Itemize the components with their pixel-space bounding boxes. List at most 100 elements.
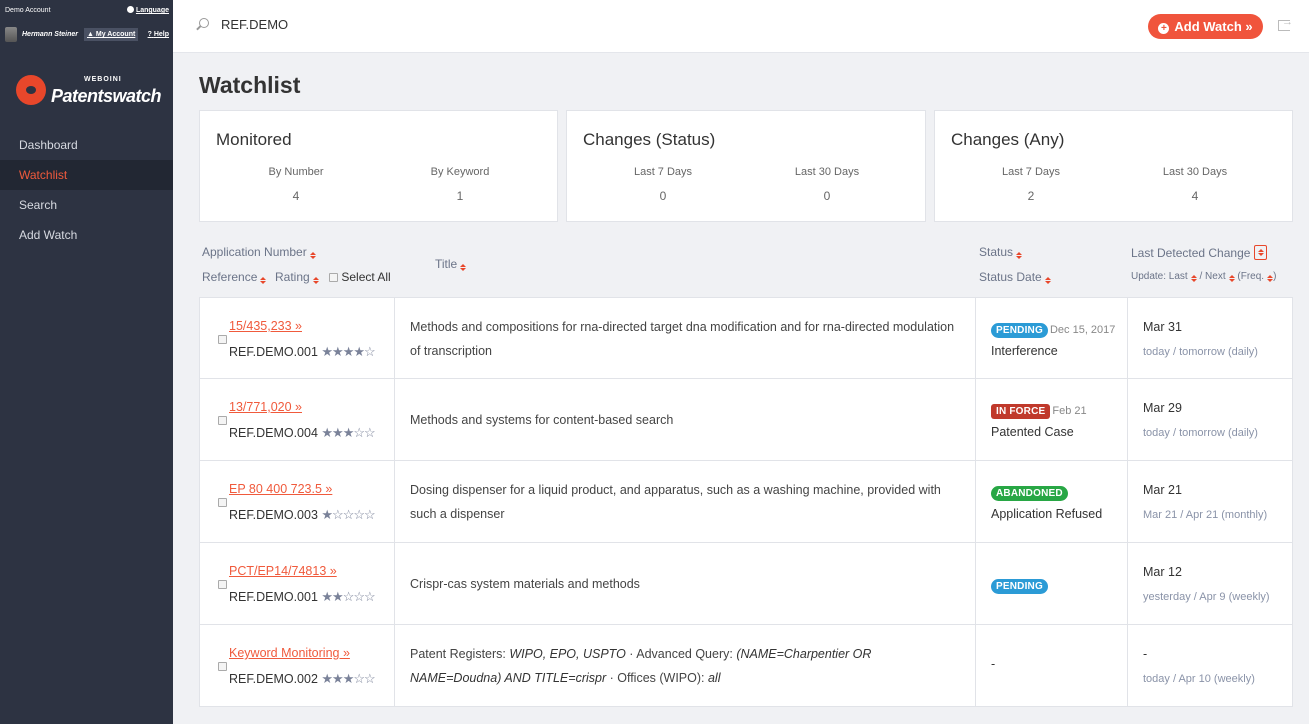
- application-link[interactable]: EP 80 400 723.5 »: [229, 482, 332, 496]
- status-text: Patented Case: [991, 425, 1074, 439]
- star-rating[interactable]: ★★★★☆: [321, 344, 375, 359]
- card-title: Monitored: [216, 130, 292, 149]
- star-rating[interactable]: ★☆☆☆☆: [321, 507, 375, 522]
- my-account-label: My Account: [95, 31, 136, 38]
- cell-status: PENDING: [976, 543, 1128, 624]
- card-title: Changes (Status): [583, 130, 716, 149]
- stat-value: 4: [292, 189, 300, 203]
- cell-title: Methods and systems for content-based se…: [395, 379, 976, 460]
- status-text: Interference: [991, 344, 1058, 358]
- keyword-monitoring-link[interactable]: Keyword Monitoring »: [229, 646, 350, 660]
- sort-application-number[interactable]: Application Number: [202, 245, 316, 259]
- sort-icon: [1190, 275, 1197, 282]
- sort-title[interactable]: Title: [435, 257, 467, 271]
- avatar: [5, 27, 17, 42]
- search-icon: [199, 18, 209, 28]
- update-header[interactable]: Update: Last / Next (Freq.): [1131, 271, 1276, 282]
- stat: By Keyword 1: [380, 166, 540, 203]
- row-checkbox[interactable]: [218, 662, 227, 671]
- row-checkbox[interactable]: [218, 580, 227, 589]
- sort-reference[interactable]: Reference: [202, 270, 267, 284]
- sidebar-item-search[interactable]: Search: [0, 190, 173, 220]
- sort-rating[interactable]: Rating: [275, 270, 319, 284]
- change-date: Mar 12: [1143, 565, 1182, 579]
- change-date: Mar 29: [1143, 401, 1182, 415]
- status-text: -: [991, 657, 996, 671]
- row-title: Methods and compositions for rna-directe…: [410, 319, 955, 358]
- sidebar-item-dashboard[interactable]: Dashboard: [0, 130, 173, 160]
- star-rating[interactable]: ★★★☆☆: [321, 425, 375, 440]
- reference: REF.DEMO.004 ★★★☆☆: [229, 425, 376, 441]
- sidebar-item-watchlist[interactable]: Watchlist: [0, 160, 173, 190]
- help-link[interactable]: ? Help: [148, 31, 169, 38]
- logout-icon[interactable]: [1278, 16, 1293, 31]
- application-link[interactable]: PCT/EP14/74813 »: [229, 564, 337, 578]
- sort-active-icon: [1254, 245, 1268, 260]
- application-link[interactable]: 13/771,020 »: [229, 400, 302, 414]
- reference: REF.DEMO.001 ★★★★☆: [229, 344, 376, 360]
- logo-small-text: WEBOINI: [84, 76, 122, 83]
- table-row-keyword: Keyword Monitoring » REF.DEMO.002 ★★★☆☆ P…: [199, 625, 1293, 707]
- sort-status[interactable]: Status: [979, 245, 1023, 259]
- stat: By Number 4: [216, 166, 376, 203]
- star-rating[interactable]: ★★☆☆☆: [321, 589, 375, 604]
- plus-icon: +: [1158, 23, 1170, 34]
- my-account-button[interactable]: ▲ My Account: [84, 28, 139, 41]
- card-title: Changes (Any): [951, 130, 1065, 149]
- app-logo[interactable]: WEBOINI Patentswatch: [16, 72, 162, 108]
- row-title: Dosing dispenser for a liquid product, a…: [410, 482, 941, 521]
- header-label: Application Number: [202, 245, 307, 259]
- search-input[interactable]: [221, 17, 521, 32]
- card-changes-any: Changes (Any) Last 7 Days 2 Last 30 Days 4: [934, 110, 1293, 222]
- stat-value: 1: [456, 189, 464, 203]
- page-title: Watchlist: [199, 72, 301, 98]
- account-label: Demo Account: [5, 7, 51, 14]
- keyword-query: Patent Registers: WIPO, EPO, USPTO · Adv…: [410, 642, 955, 690]
- cell-app: Keyword Monitoring » REF.DEMO.002 ★★★☆☆: [200, 625, 395, 706]
- cell-change: Mar 21 Mar 21 / Apr 21 (monthly): [1128, 461, 1293, 542]
- stat: Last 7 Days 2: [951, 166, 1111, 203]
- select-all[interactable]: Select All: [329, 270, 391, 284]
- add-watch-button[interactable]: + Add Watch »: [1148, 14, 1263, 39]
- user-name: Hermann Steiner: [22, 31, 79, 38]
- sort-icon: [1016, 252, 1023, 259]
- sort-last-change[interactable]: Last Detected Change: [1131, 245, 1268, 260]
- sort-status-date[interactable]: Status Date: [979, 270, 1051, 284]
- stat: Last 30 Days 0: [747, 166, 907, 203]
- stat-value: 0: [823, 189, 831, 203]
- sort-icon: [260, 277, 267, 284]
- row-title: Crispr-cas system materials and methods: [410, 576, 640, 591]
- sidebar: Demo Account Language Hermann Steiner ▲ …: [0, 0, 173, 724]
- cell-title: Patent Registers: WIPO, EPO, USPTO · Adv…: [395, 625, 976, 706]
- header-label: / Next: [1199, 271, 1226, 282]
- header-label: Last Detected Change: [1131, 246, 1251, 260]
- sidebar-nav: Dashboard Watchlist Search Add Watch: [0, 130, 173, 250]
- stat-label: Last 7 Days: [1001, 166, 1061, 178]
- table-row: 15/435,233 » REF.DEMO.001 ★★★★☆ Methods a…: [199, 297, 1293, 379]
- stat: Last 7 Days 0: [583, 166, 743, 203]
- star-rating[interactable]: ★★★☆☆: [321, 671, 375, 686]
- gear-logo-icon: [16, 75, 46, 105]
- row-checkbox[interactable]: [218, 416, 227, 425]
- cell-app: PCT/EP14/74813 » REF.DEMO.001 ★★☆☆☆: [200, 543, 395, 624]
- cell-change: - today / Apr 10 (weekly): [1128, 625, 1293, 706]
- status-badge: PENDING: [991, 323, 1048, 338]
- cell-app: 15/435,233 » REF.DEMO.001 ★★★★☆: [200, 298, 395, 379]
- application-link[interactable]: 15/435,233 »: [229, 319, 302, 333]
- language-link[interactable]: Language: [126, 6, 169, 14]
- reference: REF.DEMO.001 ★★☆☆☆: [229, 589, 376, 605]
- cell-title: Crispr-cas system materials and methods: [395, 543, 976, 624]
- select-all-label: Select All: [341, 270, 391, 284]
- sidebar-item-add-watch[interactable]: Add Watch: [0, 220, 173, 250]
- help-label: Help: [153, 31, 169, 38]
- stat-label: By Number: [268, 166, 324, 178]
- sort-icon: [460, 264, 467, 271]
- update-schedule: Mar 21 / Apr 21 (monthly): [1143, 509, 1268, 521]
- row-checkbox[interactable]: [218, 335, 227, 344]
- row-checkbox[interactable]: [218, 498, 227, 507]
- table-row: EP 80 400 723.5 » REF.DEMO.003 ★☆☆☆☆ Dosi…: [199, 461, 1293, 543]
- select-all-checkbox[interactable]: [329, 273, 338, 282]
- update-schedule: yesterday / Apr 9 (weekly): [1143, 591, 1270, 603]
- stat-value: 4: [1191, 189, 1199, 203]
- stat-label: Last 30 Days: [1162, 166, 1228, 178]
